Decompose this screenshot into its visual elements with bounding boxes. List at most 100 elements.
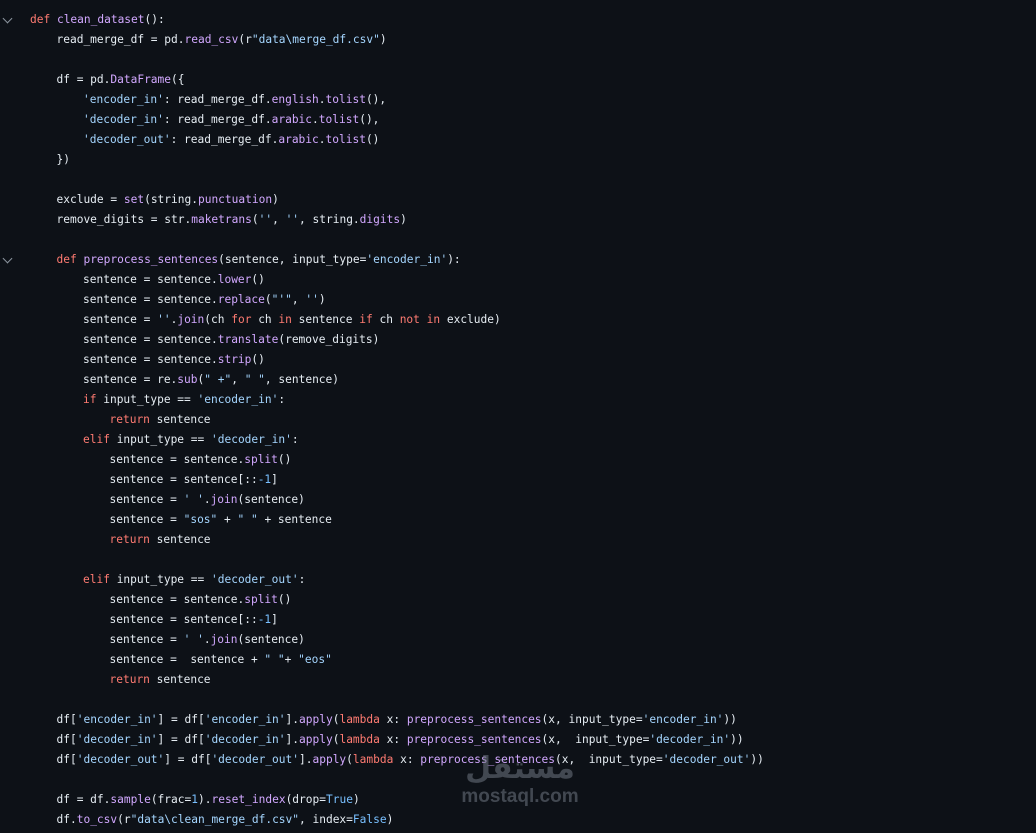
code-editor[interactable]: def clean_dataset(): read_merge_df = pd.r… [0, 10, 1036, 830]
line-gutter [0, 430, 22, 450]
code-token: " +" [204, 373, 232, 386]
code-line: return sentence [0, 670, 1036, 690]
code-text: sentence = ''.join(ch for ch in sentence… [83, 310, 501, 330]
code-text: df['decoder_in'] = df['decoder_in'].appl… [57, 730, 744, 750]
code-text: remove_digits = str.maketrans('', '', st… [57, 210, 407, 230]
line-gutter[interactable] [0, 250, 22, 270]
code-line: sentence = ' '.join(sentence) [0, 630, 1036, 650]
code-text: elif input_type == 'decoder_in': [83, 430, 299, 450]
code-text: def preprocess_sentences(sentence, input… [57, 250, 461, 270]
code-line: 'decoder_out': read_merge_df.arabic.toli… [0, 130, 1036, 150]
code-token: tolist [318, 113, 360, 126]
code-token: x: [379, 713, 407, 726]
code-token: ) [318, 293, 326, 306]
code-token: () [277, 593, 292, 606]
code-token: ): [447, 253, 461, 266]
mostaql-watermark: مستقل mostaql.com [455, 752, 585, 814]
watermark-arabic-logo: مستقل [465, 751, 575, 786]
code-line: sentence = sentence + " "+ "eos" [0, 650, 1036, 670]
code-token: exclude) [440, 313, 501, 326]
code-token: " " [244, 373, 265, 386]
code-token: () [365, 133, 380, 146]
code-token: 'decoder_in' [204, 733, 286, 746]
code-token: read_csv [184, 33, 239, 46]
line-gutter [0, 310, 22, 330]
code-token: , index= [299, 813, 353, 826]
line-gutter [0, 810, 22, 830]
code-token: join [177, 313, 205, 326]
code-token: sentence = sentence. [109, 593, 245, 606]
code-token: return [109, 413, 150, 426]
fold-chevron-icon[interactable] [2, 13, 13, 24]
code-text: sentence = sentence.lower() [83, 270, 265, 290]
code-text: sentence = sentence.split() [110, 590, 292, 610]
fold-chevron-icon[interactable] [2, 253, 13, 264]
code-token: : read_merge_df. [170, 133, 279, 146]
code-token: : [278, 393, 286, 406]
code-token: 'decoder_in' [211, 433, 292, 446]
code-token: (string. [144, 193, 198, 206]
line-gutter [0, 570, 22, 590]
code-token: "eos" [298, 653, 332, 666]
code-token: ch [372, 313, 400, 326]
code-token: ) [352, 793, 360, 806]
code-token: ({ [171, 73, 185, 86]
code-token: DataFrame [110, 73, 172, 86]
line-gutter [0, 630, 22, 650]
code-line: elif input_type == 'decoder_in': [0, 430, 1036, 450]
code-token: translate [217, 333, 279, 346]
code-token: " " [237, 513, 258, 526]
code-token: (), [359, 113, 380, 126]
code-token: elif [83, 573, 110, 586]
code-token: df[ [56, 753, 77, 766]
code-token: return [109, 533, 150, 546]
code-token: lambda [339, 713, 380, 726]
code-line: exclude = set(string.punctuation) [0, 190, 1036, 210]
code-token: ( [346, 753, 353, 766]
code-text: 'encoder_in': read_merge_df.english.toli… [83, 90, 386, 110]
line-gutter [0, 90, 22, 110]
code-token: digits [359, 213, 401, 226]
code-token: sentence = sentence. [83, 273, 218, 286]
code-token: , string. [299, 213, 360, 226]
code-token: ( [251, 213, 259, 226]
code-text: return sentence [110, 530, 211, 550]
line-gutter[interactable] [0, 10, 22, 30]
code-text: sentence = sentence.split() [110, 450, 292, 470]
line-gutter [0, 710, 22, 730]
code-line: sentence = sentence.replace("'", '') [0, 290, 1036, 310]
line-gutter [0, 490, 22, 510]
code-token: ) [272, 193, 279, 206]
code-token: df = pd. [56, 73, 111, 86]
code-token: () [251, 273, 265, 286]
code-token: lower [217, 273, 252, 286]
line-gutter [0, 150, 22, 170]
code-token: maketrans [191, 213, 252, 226]
code-token: (drop= [285, 793, 326, 806]
code-token: remove_digits = str. [56, 213, 192, 226]
code-token: sentence = [109, 493, 184, 506]
code-token: split [244, 593, 278, 606]
code-token: reset_index [211, 793, 286, 806]
line-gutter [0, 790, 22, 810]
code-token: () [277, 453, 292, 466]
code-text: df['decoder_out'] = df['decoder_out'].ap… [57, 750, 764, 770]
code-line [0, 170, 1036, 190]
code-text: }) [57, 150, 70, 170]
code-token: sentence = [109, 513, 184, 526]
code-token: tolist [325, 133, 366, 146]
code-token: arabic [278, 133, 319, 146]
code-token: elif [83, 433, 110, 446]
code-token: sentence = sentence[:: [109, 473, 258, 486]
code-token: apply [299, 733, 333, 746]
code-token: english [271, 93, 319, 106]
code-token: ] = df[ [157, 733, 205, 746]
line-gutter [0, 230, 22, 250]
code-token: clean_dataset [56, 13, 145, 26]
code-token: () [251, 353, 265, 366]
code-token: '' [258, 213, 273, 226]
code-line: elif input_type == 'decoder_out': [0, 570, 1036, 590]
code-line: remove_digits = str.maketrans('', '', st… [0, 210, 1036, 230]
code-token: split [244, 453, 278, 466]
code-token: input_type == [109, 573, 211, 586]
